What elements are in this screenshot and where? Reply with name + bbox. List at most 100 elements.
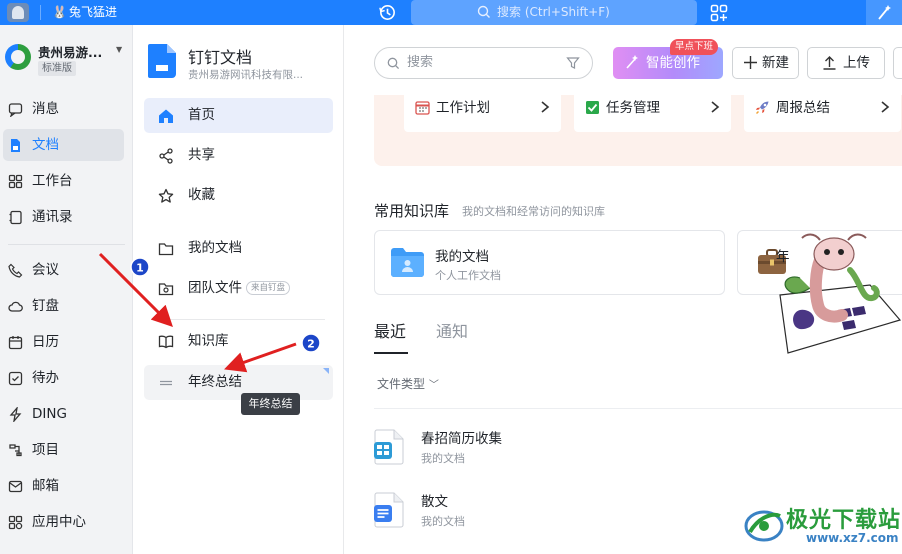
chevron-right-icon — [541, 101, 550, 113]
nav-item-project[interactable]: 项目 — [3, 434, 124, 466]
nav-item-workbench[interactable]: 工作台 — [3, 165, 124, 197]
filter-icon[interactable] — [566, 56, 580, 70]
file-location: 我的文档 — [421, 515, 465, 528]
todo-icon — [8, 371, 23, 386]
kb-card-my-docs[interactable]: 我的文档 个人工作文档 — [374, 230, 725, 295]
org-plan-badge: 标准版 — [38, 61, 76, 76]
template-weekly-report[interactable]: 周报总结 — [744, 95, 901, 132]
file-type-filter[interactable]: 文件类型 ﹀ — [377, 375, 439, 392]
global-search-input[interactable]: 搜索 (Ctrl+Shift+F) — [411, 0, 697, 25]
global-search-placeholder: 搜索 (Ctrl+Shift+F) — [497, 5, 610, 19]
rocket-icon — [755, 101, 769, 115]
template-task-management[interactable]: 任务管理 — [574, 95, 731, 132]
nav-item-messages[interactable]: 消息 — [3, 93, 124, 125]
kb-card-description: 个人工作文档 — [435, 269, 501, 282]
nav-item-drive[interactable]: 钉盘 — [3, 290, 124, 322]
docs-nav-knowledge-base[interactable]: 知识库 — [144, 324, 333, 359]
history-icon[interactable] — [378, 3, 397, 22]
checkbox-icon — [586, 101, 599, 114]
docs-nav-year-end-summary[interactable]: 年终总结 — [144, 365, 333, 400]
magic-wand-icon — [878, 5, 891, 20]
nav-item-app-center[interactable]: 应用中心 — [3, 506, 124, 538]
ai-assistant-button[interactable] — [866, 0, 902, 25]
calendar-icon — [415, 101, 430, 115]
file-name: 散文 — [421, 494, 448, 510]
nav-label: 通讯录 — [32, 209, 73, 225]
table-doc-icon — [374, 429, 404, 465]
folder-person-icon — [391, 248, 424, 277]
more-button[interactable] — [893, 47, 902, 79]
watermark-logo-icon — [744, 510, 784, 542]
docs-nav-favorites[interactable]: 收藏 — [144, 178, 333, 213]
docs-nav-my-docs[interactable]: 我的文档 — [144, 231, 333, 266]
file-type-filter-label: 文件类型 — [377, 377, 426, 391]
docs-title: 钉钉文档 — [188, 48, 253, 67]
nav-label: 会议 — [32, 262, 59, 278]
org-name: 贵州易游... — [38, 45, 103, 60]
knowledge-base-section-title: 常用知识库 — [374, 202, 450, 220]
window-tab[interactable]: 🐰 兔飞猛进 — [52, 0, 117, 25]
docs-nav-shared[interactable]: 共享 — [144, 138, 333, 173]
nav-item-todo[interactable]: 待办 — [3, 362, 124, 394]
nav-item-mail[interactable]: 邮箱 — [3, 470, 124, 502]
ai-promo-badge: 早点下班 — [670, 39, 719, 55]
nav-label: 文档 — [32, 137, 59, 153]
plus-icon — [744, 56, 757, 69]
nav-divider — [8, 244, 125, 245]
nav-item-meeting[interactable]: 会议 — [3, 254, 124, 286]
upload-button-label: 上传 — [843, 55, 870, 71]
file-name: 春招简历收集 — [421, 431, 502, 447]
new-button[interactable]: 新建 — [732, 47, 799, 79]
separator — [40, 5, 41, 20]
document-icon — [11, 139, 20, 152]
template-label: 任务管理 — [606, 100, 660, 116]
nav-label: 应用中心 — [32, 514, 86, 530]
app-center-icon — [8, 515, 23, 530]
nav-item-ding[interactable]: DING — [3, 398, 124, 430]
tab-recent[interactable]: 最近 — [374, 318, 406, 342]
nav-label: 邮箱 — [32, 478, 59, 494]
tab-notifications[interactable]: 通知 — [436, 318, 468, 342]
mail-icon — [8, 480, 23, 493]
nav-item-docs[interactable]: 文档 — [3, 129, 124, 161]
text-doc-icon — [374, 492, 404, 528]
upload-icon — [823, 56, 836, 70]
window-tab-label: 兔飞猛进 — [68, 5, 117, 19]
watermark-cn: 极光下载站 — [786, 508, 902, 533]
file-location: 我的文档 — [421, 452, 465, 465]
doc-search-input[interactable]: 搜索 — [374, 47, 593, 79]
source-badge: 来自钉盘 — [246, 281, 291, 295]
rabbit-icon: 🐰 — [52, 5, 67, 19]
apps-grid-icon[interactable] — [710, 4, 728, 22]
org-logo-icon — [5, 44, 31, 70]
app-avatar-icon[interactable] — [7, 3, 29, 22]
nav-item-contacts[interactable]: 通讯录 — [3, 201, 124, 233]
file-row[interactable]: 春招简历收集 我的文档 — [374, 423, 894, 479]
watermark-en: www.xz7.com — [806, 531, 899, 545]
caret-down-icon: ▼ — [116, 45, 123, 54]
star-icon — [158, 188, 174, 203]
org-switcher[interactable]: 贵州易游... ▼ 标准版 — [5, 42, 130, 82]
nav-label: 工作台 — [32, 173, 73, 189]
nav-label: 钉盘 — [32, 298, 59, 314]
nav-item-calendar[interactable]: 日历 — [3, 326, 124, 358]
docs-nav-label: 收藏 — [188, 187, 215, 203]
drag-handle-icon[interactable] — [158, 375, 174, 391]
docs-nav-team-files[interactable]: 团队文件 来自钉盘 — [144, 271, 333, 306]
search-icon — [477, 5, 490, 18]
template-label: 工作计划 — [436, 100, 490, 116]
title-bar: 🐰 兔飞猛进 搜索 (Ctrl+Shift+F) — [0, 0, 902, 25]
upload-button[interactable]: 上传 — [807, 47, 885, 79]
template-label: 周报总结 — [776, 100, 830, 116]
template-work-plan[interactable]: 工作计划 — [404, 95, 561, 132]
chevron-right-icon — [711, 101, 720, 113]
docs-nav-home[interactable]: 首页 — [144, 98, 333, 133]
contacts-icon — [9, 210, 22, 225]
book-icon — [158, 335, 174, 349]
message-icon — [8, 103, 23, 117]
docs-nav-label: 知识库 — [188, 333, 229, 349]
folder-icon — [158, 243, 174, 256]
nav-label: 待办 — [32, 370, 59, 386]
tooltip: 年终总结 — [241, 393, 300, 415]
nav-label: DING — [32, 406, 67, 422]
